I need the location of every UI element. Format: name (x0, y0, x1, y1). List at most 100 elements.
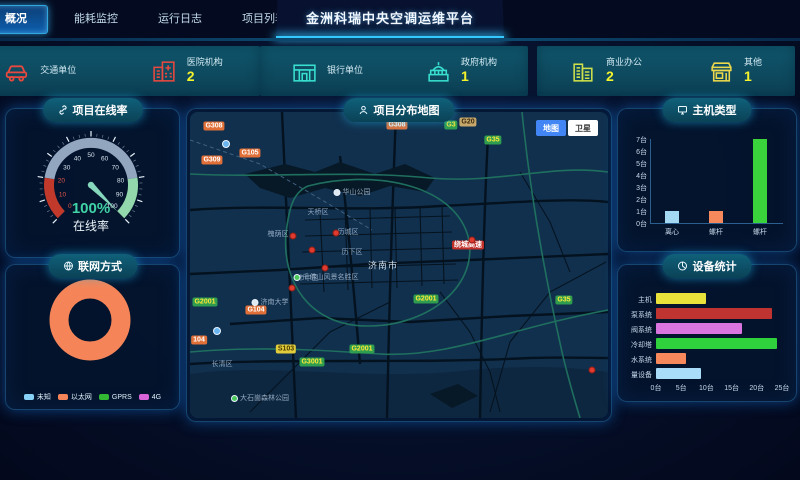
user-icon (359, 105, 369, 115)
road-badge-G308: G308 (203, 122, 224, 131)
road-badge-G2001: G2001 (192, 298, 217, 307)
legend-item-以太网: 以太网 (58, 392, 92, 402)
poi-dot (231, 395, 238, 402)
poi-dot (294, 274, 301, 281)
map-label-华山公园: 华山公园 (334, 187, 371, 197)
stat-item-label: 商业办公 (606, 57, 642, 68)
panel-online-rate-header: 项目在线率 (43, 98, 143, 122)
map-label-槐荫区: 槐荫区 (268, 229, 289, 239)
bar-水系统 (656, 353, 686, 364)
panel-device-stats: 设备统计 主机泵系统阀系统冷却塔水系统量设备0台5台10台15台20台25台 (617, 264, 797, 402)
stat-card: 交通单位医院机构2 (0, 46, 260, 96)
host-type-bar-chart: 0台1台2台3台4台5台6台7台离心螺杆螺杆 (624, 131, 790, 247)
x-tick-label: 5台 (676, 383, 687, 393)
row-label-泵系统: 泵系统 (631, 310, 652, 320)
svg-text:40: 40 (74, 155, 82, 162)
pie-icon (678, 261, 688, 271)
road-badge-S103: S103 (276, 345, 296, 354)
monitor-icon (678, 105, 688, 115)
stat-item-label: 医院机构 (187, 57, 223, 68)
legend-item-GPRS: GPRS (99, 392, 132, 402)
stat-item-text: 银行单位 (327, 65, 363, 76)
road-badge-G35: G35 (555, 296, 572, 305)
tab-能耗监控[interactable]: 能耗监控 (54, 0, 138, 38)
x-category-label: 螺杆 (709, 227, 723, 237)
svg-text:60: 60 (101, 155, 109, 162)
x-tick-label: 15台 (724, 383, 739, 393)
poi-dot (334, 189, 341, 196)
row-label-量设备: 量设备 (631, 370, 652, 380)
project-marker[interactable] (333, 230, 340, 237)
legend-chip (24, 394, 34, 400)
row-label-冷却塔: 冷却塔 (631, 340, 652, 350)
legend-label: GPRS (112, 394, 132, 401)
y-tick-label: 7台 (636, 135, 647, 145)
bar-主机 (656, 293, 706, 304)
map-label-天桥区: 天桥区 (308, 207, 329, 217)
bar-量设备 (656, 368, 701, 379)
project-marker[interactable] (589, 367, 596, 374)
x-tick-label: 0台 (651, 383, 662, 393)
svg-text:100%: 100% (72, 200, 110, 217)
stat-item-value: 2 (187, 68, 223, 86)
svg-text:90: 90 (116, 191, 124, 198)
svg-text:20: 20 (58, 177, 66, 184)
shop-icon (708, 58, 735, 85)
stat-item-text: 医院机构2 (187, 57, 223, 86)
hospital-icon (151, 58, 178, 85)
bank-icon (291, 58, 318, 85)
map-label-千佛山风景名胜区: 千佛山风景名胜区 (294, 272, 359, 282)
y-tick-label: 2台 (636, 195, 647, 205)
stat-item-商业办公: 商业办公2 (570, 57, 642, 86)
poi-label: 千佛山风景名胜区 (303, 272, 359, 282)
stat-item-value: 1 (744, 68, 762, 86)
panel-project-map: 项目分布地图 (186, 108, 612, 422)
bar-离心 (665, 211, 679, 223)
donut-legend: 未知以太网GPRS4G (6, 392, 179, 402)
stat-item-label: 政府机构 (461, 57, 497, 68)
svg-text:80: 80 (117, 177, 125, 184)
row-label-阀系统: 阀系统 (631, 325, 652, 335)
panel-online-rate: 项目在线率 0102030405060708090100100%在线率 (5, 108, 180, 258)
project-map[interactable]: G308G309G105G308G3G20G35绕城高速G35G2001G200… (190, 112, 608, 418)
project-marker[interactable] (322, 265, 329, 272)
map-label-长清区: 长清区 (212, 359, 233, 369)
svg-text:在线率: 在线率 (73, 218, 109, 233)
legend-label: 以太网 (71, 392, 92, 402)
poi-label: 华山公园 (343, 187, 371, 197)
tab-概况[interactable]: 概况 (0, 5, 48, 34)
stat-item-text: 政府机构1 (461, 57, 497, 86)
panel-project-map-title: 项目分布地图 (374, 102, 440, 118)
office-icon (570, 58, 597, 85)
panel-host-type-header: 主机类型 (663, 98, 752, 122)
panel-project-map-header: 项目分布地图 (344, 98, 455, 122)
online-rate-gauge: 0102030405060708090100100%在线率 (6, 109, 179, 252)
road-badge-104: 104 (191, 336, 207, 345)
poi-label: 济南大学 (261, 297, 289, 307)
row-label-主机: 主机 (638, 295, 652, 305)
project-marker[interactable] (290, 233, 297, 240)
map-mode-button-地图[interactable]: 地图 (536, 120, 566, 136)
panel-online-rate-title: 项目在线率 (73, 102, 128, 118)
stat-item-value: 2 (606, 68, 642, 86)
link-icon (58, 105, 68, 115)
legend-chip (99, 394, 109, 400)
stat-item-政府机构: 政府机构1 (425, 57, 497, 86)
map-mode-button-卫星[interactable]: 卫星 (568, 120, 598, 136)
y-tick-label: 1台 (636, 207, 647, 217)
svg-text:10: 10 (59, 191, 67, 198)
svg-text:30: 30 (63, 164, 71, 171)
project-marker[interactable] (309, 247, 316, 254)
stat-item-label: 其他 (744, 57, 762, 68)
stat-item-label: 银行单位 (327, 65, 363, 76)
road-badge-G35: G35 (484, 136, 501, 145)
project-marker[interactable] (469, 237, 476, 244)
tab-运行日志[interactable]: 运行日志 (138, 0, 222, 38)
device-stats-bar-chart: 主机泵系统阀系统冷却塔水系统量设备0台5台10台15台20台25台 (624, 287, 790, 397)
project-marker[interactable] (289, 285, 296, 292)
legend-label: 未知 (37, 392, 51, 402)
x-category-label: 螺杆 (753, 227, 767, 237)
road-badge-G3001: G3001 (299, 358, 324, 367)
app-title-container: 金洲科瑞中央空调运维平台 (262, 0, 518, 37)
map-label-大石崮森林公园: 大石崮森林公园 (231, 393, 289, 403)
